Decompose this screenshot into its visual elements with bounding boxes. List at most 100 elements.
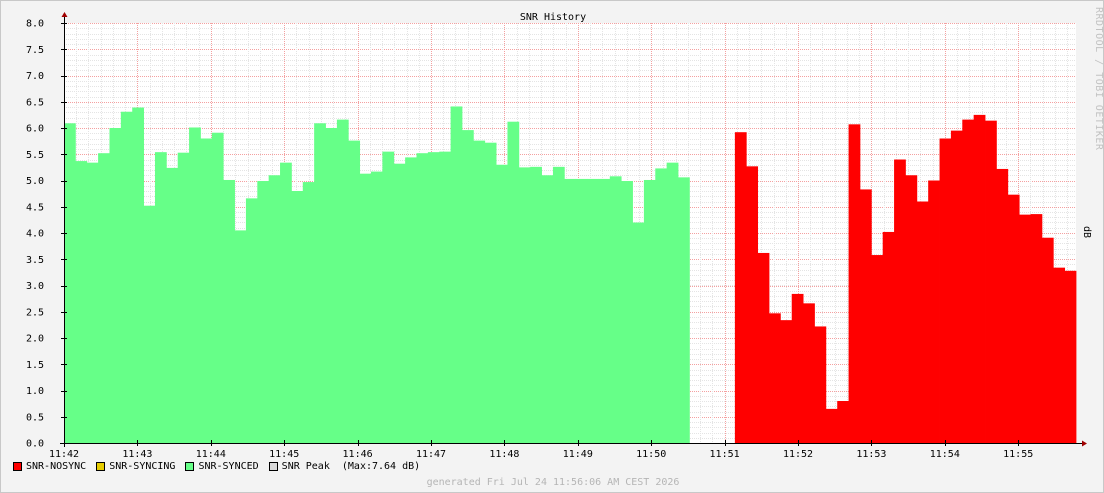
bar: [120, 111, 133, 443]
bar: [132, 107, 144, 443]
x-tick-label: 11:46: [343, 449, 373, 460]
bar: [166, 167, 179, 443]
bar: [234, 230, 247, 444]
bar: [518, 167, 531, 444]
bar: [643, 179, 656, 444]
y-tick-label: 3.0: [26, 281, 44, 292]
x-tick-label: 11:49: [563, 449, 593, 460]
bar: [962, 119, 975, 443]
bar: [985, 120, 997, 444]
bar: [302, 182, 315, 443]
bar: [803, 303, 815, 443]
bar: [609, 176, 622, 444]
bar: [848, 124, 861, 443]
bar: [143, 205, 156, 443]
bar: [973, 114, 986, 444]
bar: [768, 313, 781, 443]
bar: [154, 152, 167, 443]
y-tick-label: 0.0: [26, 439, 44, 450]
generated-timestamp: generated Fri Jul 24 11:56:06 AM CEST 20…: [426, 477, 680, 488]
bar: [621, 181, 633, 443]
x-tick-label: 11:43: [122, 449, 152, 460]
y-tick-label: 0.5: [26, 412, 44, 423]
x-tick-label: 11:48: [489, 449, 519, 460]
x-axis-arrow: [1082, 440, 1087, 447]
y-tick-label: 5.0: [26, 176, 44, 187]
bar: [871, 255, 884, 443]
rrdtool-watermark: RRDTOOL / TOBI OETIKER: [1093, 7, 1104, 151]
y-tick-label: 6.0: [26, 124, 44, 135]
bar: [905, 175, 918, 443]
bar: [427, 152, 440, 443]
bar: [1019, 214, 1031, 443]
bar: [587, 178, 599, 443]
x-tick-label: 11:55: [1003, 449, 1033, 460]
bar: [280, 162, 292, 443]
bar: [552, 166, 565, 443]
bar: [314, 123, 326, 443]
x-tick-label: 11:51: [710, 449, 740, 460]
bar: [325, 128, 338, 443]
bar: [791, 293, 804, 443]
x-tick-label: 11:53: [856, 449, 886, 460]
bar: [734, 132, 747, 443]
bar: [575, 178, 588, 443]
y-tick-label: 2.5: [26, 307, 44, 318]
bar: [439, 151, 452, 444]
bar: [939, 138, 952, 443]
y-tick-label: 4.5: [26, 202, 44, 213]
x-tick-label: 11:44: [196, 449, 226, 460]
bar: [291, 191, 304, 443]
x-tick-labels: 11:42 11:43 11:44 11:45 11:46 11:47 11:48 11:49…: [49, 449, 1033, 460]
bar: [1053, 267, 1066, 443]
legend-item-peak: SNR Peak (Max:7.64 dB): [268, 461, 421, 472]
y-tick-label: 8.0: [26, 19, 44, 30]
bar: [257, 181, 270, 443]
legend-item-syncing: SNR-SYNCING: [96, 461, 175, 472]
y-tick-label: 2.0: [26, 334, 44, 345]
y-tick-label: 6.5: [26, 97, 44, 108]
y-tick-label: 3.5: [26, 255, 44, 266]
y-tick-label: 1.0: [26, 386, 44, 397]
bar: [894, 159, 906, 443]
legend-swatch-syncing: [96, 462, 106, 471]
bar: [996, 168, 1009, 443]
bar: [1007, 194, 1020, 443]
bar: [928, 180, 940, 443]
legend-item-nosync: SNR-NOSYNC: [13, 461, 86, 472]
bar: [655, 168, 668, 444]
bar: [64, 123, 76, 443]
bar: [211, 132, 224, 443]
x-tick-label: 11:52: [783, 449, 813, 460]
x-tick-label: 11:50: [636, 449, 666, 460]
legend-peak-max: (Max:7.64 dB): [329, 461, 421, 472]
legend-label-syncing: SNR-SYNCING: [109, 461, 176, 472]
y-tick-label: 7.0: [26, 71, 44, 82]
bar: [1064, 270, 1077, 443]
y-tick-labels: 0.0 0.5 1.0 1.5 2.0 2.5 3.0 3.5 4.0 4.5 5.0 5.5 6.0 6…: [26, 19, 44, 450]
bar: [859, 189, 872, 443]
y-tick-label: 4.0: [26, 229, 44, 240]
bar: [245, 198, 258, 443]
y-tick-label: 1.5: [26, 360, 44, 371]
legend-label-nosync: SNR-NOSYNC: [26, 461, 87, 472]
bar: [882, 231, 895, 443]
legend-item-synced: SNR-SYNCED: [185, 461, 259, 472]
y-tick-label: 7.5: [26, 45, 44, 56]
legend: SNR-NOSYNC SNR-SYNCING SNR-SYNCED SNR Pe…: [13, 461, 430, 472]
bar: [86, 162, 99, 443]
bar: [564, 178, 577, 443]
bar: [678, 177, 690, 443]
bar: [496, 164, 508, 443]
legend-swatch-nosync: [13, 462, 22, 471]
bar: [109, 128, 122, 443]
bar: [473, 140, 486, 443]
bar: [75, 161, 88, 443]
bar: [200, 138, 213, 443]
y-axis-label: dB: [1081, 226, 1092, 239]
bar: [746, 166, 759, 443]
y-axis-arrow: [61, 12, 68, 17]
bar: [598, 178, 611, 443]
bar: [814, 326, 827, 443]
x-tick-label: 11:45: [269, 449, 299, 460]
